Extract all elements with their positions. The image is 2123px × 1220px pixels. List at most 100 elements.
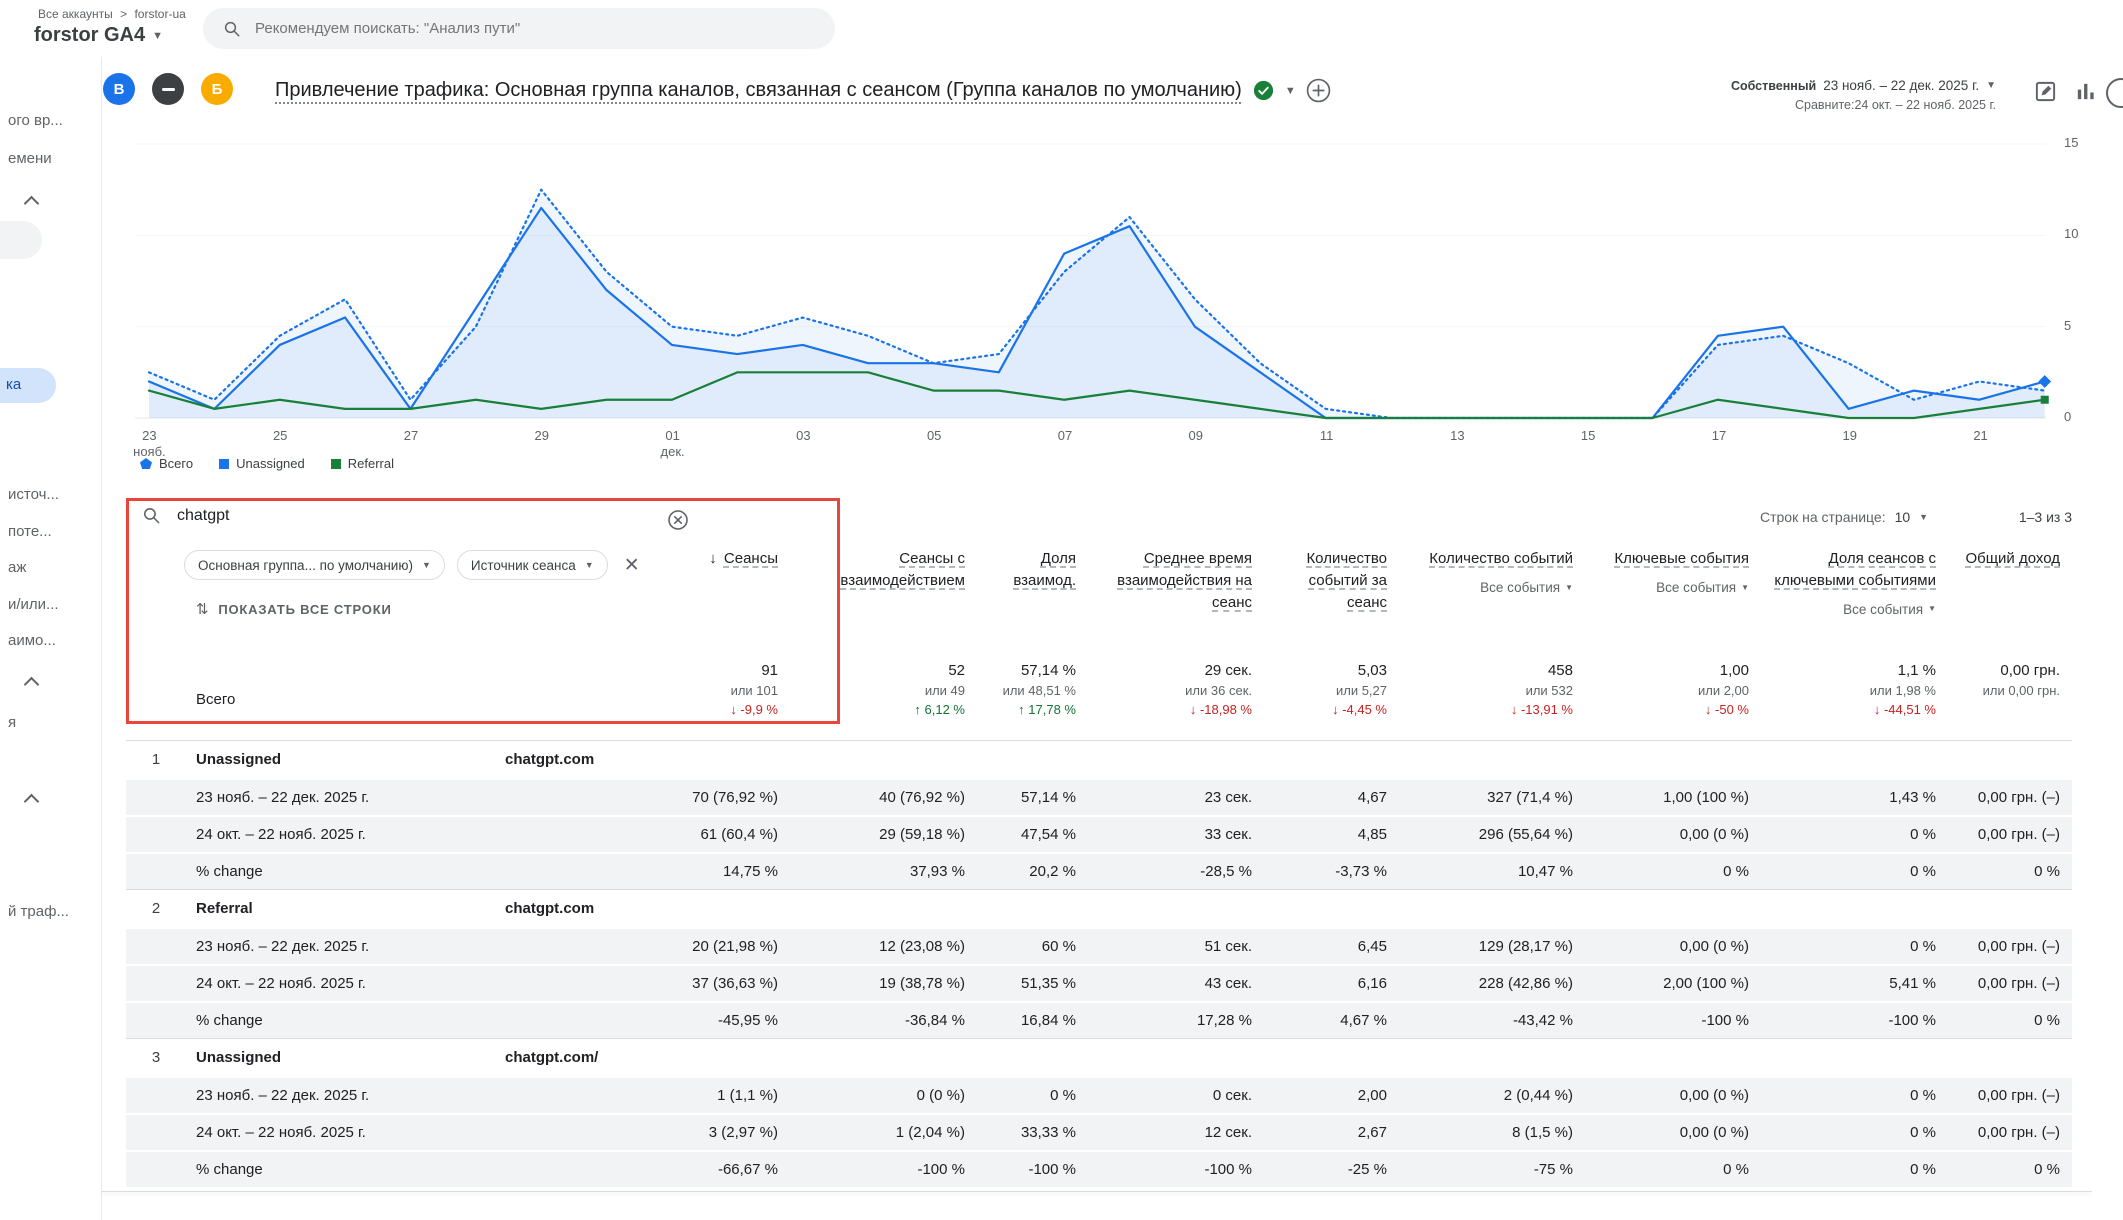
- totals-change: ↓ -9,9 %: [730, 702, 778, 717]
- sidebar-item[interactable]: й траф...: [8, 903, 69, 920]
- legend-item[interactable]: Referral: [331, 456, 394, 471]
- sidebar-item[interactable]: я: [8, 714, 16, 731]
- legend-item[interactable]: Unassigned: [219, 456, 305, 471]
- chevron-down-icon[interactable]: ▼: [1285, 85, 1296, 97]
- metric-value: 0,00 грн. (–): [1948, 1087, 2072, 1104]
- subrow-label: 23 нояб. – 22 дек. 2025 г.: [186, 789, 686, 806]
- metric-value: 0 %: [1761, 863, 1948, 880]
- show-all-rows-label: ПОКАЗАТЬ ВСЕ СТРОКИ: [218, 602, 391, 617]
- legend-label: Referral: [348, 456, 394, 471]
- search-icon: [223, 20, 241, 38]
- sidebar-item[interactable]: ого вр...: [8, 112, 63, 129]
- table-search[interactable]: [142, 506, 557, 525]
- column-label: Доля взаимод.: [1013, 550, 1076, 589]
- column-header[interactable]: ↓ Сеансы: [686, 498, 790, 658]
- totals-value: 29 сек.: [1205, 662, 1252, 679]
- chevron-down-icon: ▼: [1741, 582, 1749, 594]
- metric-value: 37,93 %: [790, 863, 977, 880]
- ownership-label: Собственный: [1731, 79, 1816, 93]
- chevron-up-icon[interactable]: [24, 794, 40, 810]
- table-row[interactable]: 1Unassignedchatgpt.com: [126, 740, 2072, 778]
- chart-legend: Всего Unassigned Referral: [140, 456, 394, 471]
- metric-value: 0 сек.: [1088, 1087, 1264, 1104]
- sidebar-item[interactable]: емени: [8, 150, 52, 167]
- column-header[interactable]: Доля сеансов с ключевыми событиями Все со…: [1761, 498, 1948, 658]
- global-search[interactable]: [203, 8, 835, 49]
- metric-value: 17,28 %: [1088, 1012, 1264, 1029]
- table-row[interactable]: 3Unassignedchatgpt.com/: [126, 1038, 2072, 1076]
- totals-comparison-value: или 1,98 %: [1870, 683, 1936, 698]
- sidebar-pill[interactable]: [0, 221, 42, 259]
- table-subrow: 24 окт. – 22 нояб. 2025 г.61 (60,4 %)29 …: [126, 815, 2072, 852]
- avatar[interactable]: Б: [201, 73, 233, 105]
- column-header[interactable]: Количество событий за сеанс: [1264, 498, 1399, 658]
- breadcrumb[interactable]: Все аккаунты > forstor-ua: [38, 7, 186, 21]
- sidebar-item[interactable]: аимо...: [8, 632, 56, 649]
- chevron-up-icon[interactable]: [24, 677, 40, 693]
- date-range-picker[interactable]: Собственный 23 нояб. – 22 дек. 2025 г. ▼…: [1731, 78, 1996, 112]
- column-header[interactable]: Количество событийВсе события▼: [1399, 498, 1585, 658]
- breadcrumb-root[interactable]: Все аккаунты: [38, 7, 113, 21]
- totals-value: 52: [948, 662, 965, 679]
- metric-value: -75 %: [1399, 1161, 1585, 1178]
- metric-value: 20,2 %: [977, 863, 1088, 880]
- saved-check-icon[interactable]: [1252, 79, 1275, 102]
- primary-dimension-chip[interactable]: Основная группа... по умолчанию) ▼: [184, 550, 445, 580]
- metric-value: 37 (36,63 %): [686, 975, 790, 992]
- secondary-dimension-chip[interactable]: Источник сеанса ▼: [457, 550, 608, 580]
- column-header[interactable]: Общий доход: [1948, 498, 2072, 658]
- chevron-up-icon[interactable]: [24, 196, 40, 212]
- sidebar-item[interactable]: и/или...: [8, 596, 59, 613]
- x-axis-tick: 05: [869, 428, 1000, 461]
- remove-dimension-icon[interactable]: ✕: [624, 554, 640, 577]
- totals-change: ↓ -13,91 %: [1511, 702, 1573, 717]
- metric-value: 70 (76,92 %): [686, 789, 790, 806]
- chart-columns-icon[interactable]: [2074, 80, 2097, 103]
- table-body: 1Unassignedchatgpt.com 23 нояб. – 22 дек.…: [126, 740, 2072, 1187]
- row-channel-group: Unassigned: [186, 1049, 496, 1066]
- metric-filter-dropdown[interactable]: Все события▼: [1656, 578, 1749, 598]
- metric-filter-dropdown[interactable]: Все события▼: [1843, 600, 1936, 620]
- sidebar-item[interactable]: источ...: [8, 486, 59, 503]
- row-channel-group: Unassigned: [186, 751, 496, 768]
- add-comparison-icon[interactable]: [1306, 78, 1331, 103]
- traffic-line-chart[interactable]: [135, 138, 2060, 420]
- metric-value: 51,35 %: [977, 975, 1088, 992]
- clear-search-icon[interactable]: [666, 508, 690, 536]
- column-header[interactable]: Ключевые события Все события▼: [1585, 498, 1761, 658]
- avatar[interactable]: В: [103, 73, 135, 105]
- avatar[interactable]: [152, 73, 184, 105]
- totals-comparison-value: или 36 сек.: [1185, 683, 1252, 698]
- column-label: Ключевые события: [1614, 550, 1749, 567]
- totals-metric: 57,14 %или 48,51 %↑ 17,78 %: [977, 658, 1088, 740]
- sidebar-item-active[interactable]: ка: [0, 368, 56, 403]
- sidebar-item[interactable]: аж: [8, 559, 26, 576]
- table-row[interactable]: 2Referralchatgpt.com: [126, 889, 2072, 927]
- totals-row: Всего91или 101↓ -9,9 %52или 49↑ 6,12 %57…: [126, 658, 2072, 740]
- x-axis-tick: 01 дек.: [607, 428, 738, 461]
- column-label: Доля сеансов с ключевыми событиями: [1774, 550, 1936, 589]
- metric-value: 2,67: [1264, 1124, 1399, 1141]
- column-header[interactable]: Доля взаимод.: [977, 498, 1088, 658]
- insights-icon[interactable]: [2106, 78, 2123, 108]
- report-title[interactable]: Привлечение трафика: Основная группа кан…: [275, 79, 1242, 102]
- subrow-label: 23 нояб. – 22 дек. 2025 г.: [186, 1087, 686, 1104]
- metric-filter-dropdown[interactable]: Все события▼: [1480, 578, 1573, 598]
- legend-item[interactable]: Всего: [140, 456, 193, 471]
- totals-metric: 1,00или 2,00↓ -50 %: [1585, 658, 1761, 740]
- global-search-input[interactable]: [255, 20, 795, 37]
- breadcrumb-property[interactable]: forstor-ua: [134, 7, 185, 21]
- y-axis-tick: 5: [2064, 318, 2071, 333]
- account-selector[interactable]: forstor GA4 ▼: [34, 24, 163, 47]
- show-all-rows-button[interactable]: ⇅ ПОКАЗАТЬ ВСЕ СТРОКИ: [196, 600, 392, 618]
- metric-value: 0,00 (0 %): [1585, 1124, 1761, 1141]
- table-search-input[interactable]: [177, 507, 557, 525]
- x-axis-tick: 07: [1000, 428, 1131, 461]
- metric-value: 0 %: [1585, 863, 1761, 880]
- breadcrumb-separator: >: [120, 7, 127, 21]
- column-header[interactable]: Среднее время взаимодействия на сеанс: [1088, 498, 1264, 658]
- sidebar-item[interactable]: поте...: [8, 523, 52, 540]
- edit-note-icon[interactable]: [2034, 80, 2057, 103]
- column-header[interactable]: Сеансы с взаимодействием: [790, 498, 977, 658]
- metric-value: -100 %: [1585, 1012, 1761, 1029]
